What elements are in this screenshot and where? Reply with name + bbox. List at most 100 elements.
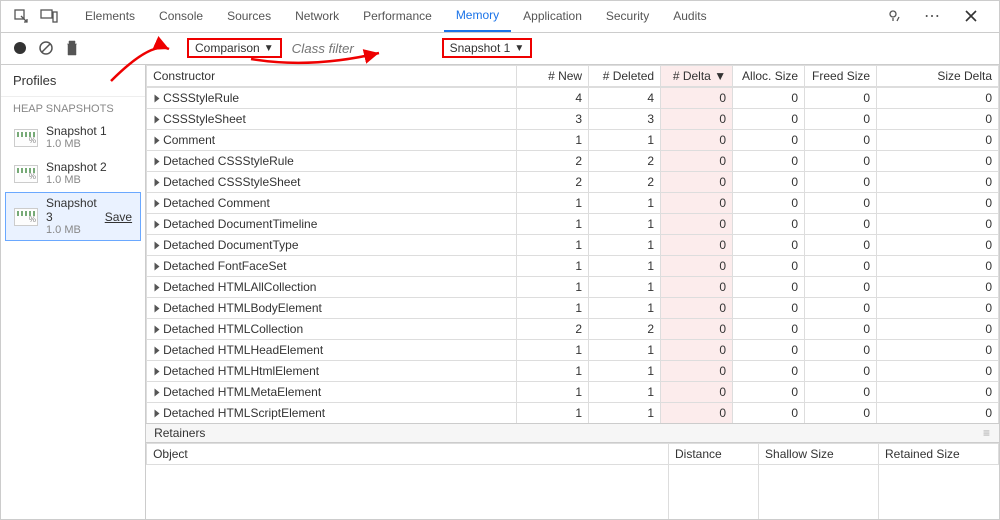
close-icon[interactable] <box>961 6 981 26</box>
column-header[interactable]: Size Delta <box>877 65 999 86</box>
expand-icon[interactable] <box>155 221 160 229</box>
expand-icon[interactable] <box>155 389 160 397</box>
deleted-cell: 1 <box>589 213 661 234</box>
sizedelta-cell: 0 <box>877 87 999 108</box>
expand-icon[interactable] <box>155 200 160 208</box>
tab-security[interactable]: Security <box>594 1 661 32</box>
expand-icon[interactable] <box>155 284 160 292</box>
constructor-cell: Detached HTMLScriptElement <box>147 402 517 423</box>
retainers-column-header[interactable]: Object <box>147 444 669 465</box>
settings-icon[interactable] <box>885 6 905 26</box>
record-button[interactable] <box>11 39 29 57</box>
clear-button[interactable] <box>37 39 55 57</box>
snapshot-icon <box>14 165 38 183</box>
expand-icon[interactable] <box>155 326 160 334</box>
sizedelta-cell: 0 <box>877 150 999 171</box>
expand-icon[interactable] <box>155 368 160 376</box>
constructor-cell: Detached HTMLHtmlElement <box>147 360 517 381</box>
expand-icon[interactable] <box>155 242 160 250</box>
delta-cell: 0 <box>661 402 733 423</box>
class-filter-input[interactable] <box>290 40 390 57</box>
table-row[interactable]: Detached HTMLBodyElement 1 1 0 0 0 0 <box>147 297 999 318</box>
table-row[interactable]: Detached HTMLMetaElement 1 1 0 0 0 0 <box>147 381 999 402</box>
view-mode-label: Comparison <box>195 41 260 55</box>
sizedelta-cell: 0 <box>877 192 999 213</box>
table-row[interactable]: Detached DocumentType 1 1 0 0 0 0 <box>147 234 999 255</box>
snapshot-item[interactable]: Snapshot 2 1.0 MB <box>5 156 141 191</box>
column-header[interactable]: Freed Size <box>805 65 877 86</box>
table-row[interactable]: Detached CSSStyleRule 2 2 0 0 0 0 <box>147 150 999 171</box>
expand-icon[interactable] <box>155 410 160 418</box>
tab-memory[interactable]: Memory <box>444 1 511 32</box>
snapshot-item[interactable]: Snapshot 3 1.0 MB Save <box>5 192 141 240</box>
constructor-cell: CSSStyleRule <box>147 87 517 108</box>
retainers-column-header[interactable]: Shallow Size <box>759 444 879 465</box>
tab-console[interactable]: Console <box>147 1 215 32</box>
freed-cell: 0 <box>805 255 877 276</box>
delta-cell: 0 <box>661 381 733 402</box>
tab-elements[interactable]: Elements <box>73 1 147 32</box>
table-row[interactable]: Detached FontFaceSet 1 1 0 0 0 0 <box>147 255 999 276</box>
tab-audits[interactable]: Audits <box>661 1 718 32</box>
column-header[interactable]: Alloc. Size <box>733 65 805 86</box>
drag-handle-icon[interactable]: ≡ <box>983 426 991 440</box>
expand-icon[interactable] <box>155 95 160 103</box>
sizedelta-cell: 0 <box>877 339 999 360</box>
expand-icon[interactable] <box>155 116 160 124</box>
constructor-cell: Detached HTMLAllCollection <box>147 276 517 297</box>
snapshot-item[interactable]: Snapshot 1 1.0 MB <box>5 120 141 155</box>
table-row[interactable]: Comment 1 1 0 0 0 0 <box>147 129 999 150</box>
constructor-cell: Comment <box>147 129 517 150</box>
table-row[interactable]: Detached HTMLAllCollection 1 1 0 0 0 0 <box>147 276 999 297</box>
deleted-cell: 4 <box>589 87 661 108</box>
freed-cell: 0 <box>805 276 877 297</box>
table-row[interactable]: CSSStyleRule 4 4 0 0 0 0 <box>147 87 999 108</box>
deleted-cell: 1 <box>589 255 661 276</box>
snapshot-size: 1.0 MB <box>46 224 97 236</box>
caret-down-icon: ▼ <box>514 43 524 54</box>
alloc-cell: 0 <box>733 150 805 171</box>
expand-icon[interactable] <box>155 158 160 166</box>
delta-cell: 0 <box>661 360 733 381</box>
view-mode-dropdown[interactable]: Comparison ▼ <box>187 38 282 58</box>
tab-network[interactable]: Network <box>283 1 351 32</box>
column-header[interactable]: # Delta ▼ <box>661 65 733 86</box>
freed-cell: 0 <box>805 360 877 381</box>
column-header[interactable]: Constructor <box>147 65 517 86</box>
retainers-header[interactable]: Retainers ≡ <box>146 423 999 443</box>
table-row[interactable]: CSSStyleSheet 3 3 0 0 0 0 <box>147 108 999 129</box>
table-row[interactable]: Detached HTMLScriptElement 1 1 0 0 0 0 <box>147 402 999 423</box>
delta-cell: 0 <box>661 87 733 108</box>
snapshot-name: Snapshot 2 <box>46 161 132 174</box>
expand-icon[interactable] <box>155 305 160 313</box>
inspect-icon[interactable] <box>11 6 31 26</box>
deleted-cell: 2 <box>589 171 661 192</box>
expand-icon[interactable] <box>155 347 160 355</box>
expand-icon[interactable] <box>155 137 160 145</box>
table-row[interactable]: Detached HTMLCollection 2 2 0 0 0 0 <box>147 318 999 339</box>
tab-sources[interactable]: Sources <box>215 1 283 32</box>
delete-button[interactable] <box>63 39 81 57</box>
table-row[interactable]: Detached Comment 1 1 0 0 0 0 <box>147 192 999 213</box>
table-row[interactable]: Detached HTMLHeadElement 1 1 0 0 0 0 <box>147 339 999 360</box>
retainers-label: Retainers <box>154 426 205 440</box>
new-cell: 1 <box>517 360 589 381</box>
column-header[interactable]: # Deleted <box>589 65 661 86</box>
tab-application[interactable]: Application <box>511 1 594 32</box>
sizedelta-cell: 0 <box>877 318 999 339</box>
tab-performance[interactable]: Performance <box>351 1 444 32</box>
table-row[interactable]: Detached CSSStyleSheet 2 2 0 0 0 0 <box>147 171 999 192</box>
save-link[interactable]: Save <box>105 210 132 224</box>
retainers-column-header[interactable]: Distance <box>669 444 759 465</box>
table-row[interactable]: Detached DocumentTimeline 1 1 0 0 0 0 <box>147 213 999 234</box>
expand-icon[interactable] <box>155 179 160 187</box>
baseline-dropdown[interactable]: Snapshot 1 ▼ <box>442 38 533 58</box>
retainers-column-header[interactable]: Retained Size <box>879 444 999 465</box>
expand-icon[interactable] <box>155 263 160 271</box>
table-row[interactable]: Detached HTMLHtmlElement 1 1 0 0 0 0 <box>147 360 999 381</box>
new-cell: 2 <box>517 318 589 339</box>
sizedelta-cell: 0 <box>877 234 999 255</box>
more-icon[interactable]: ⋯ <box>923 6 943 26</box>
device-toggle-icon[interactable] <box>39 6 59 26</box>
column-header[interactable]: # New <box>517 65 589 86</box>
